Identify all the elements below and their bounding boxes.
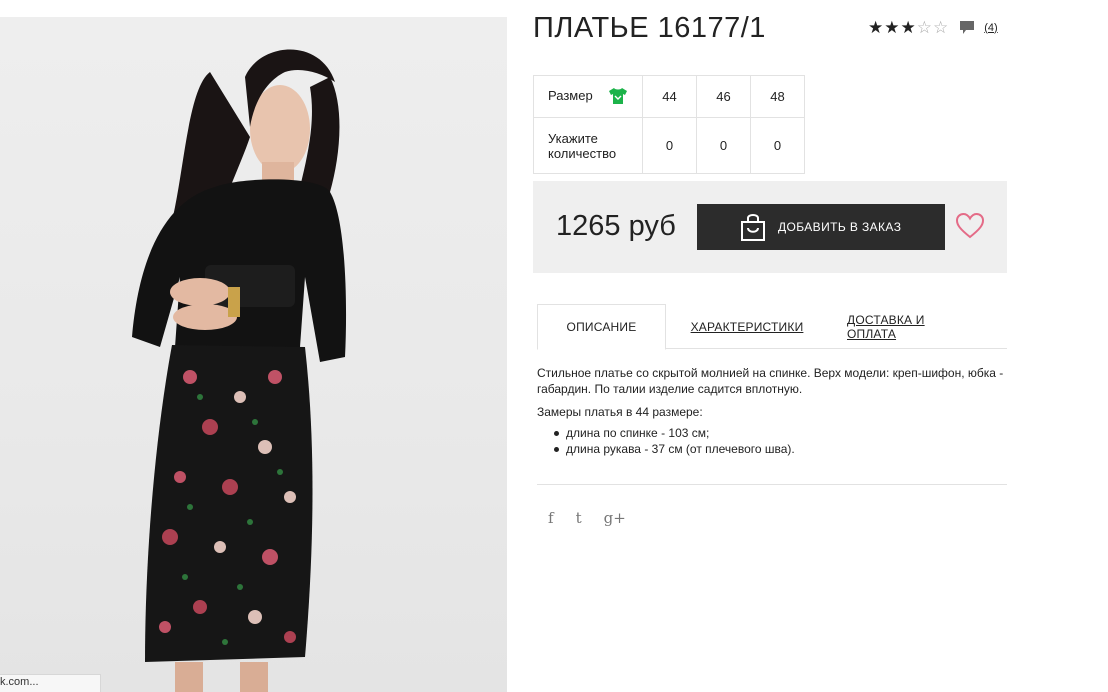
size-option-48[interactable]: 48 [750,75,805,118]
description-paragraph: Стильное платье со скрытой молнией на сп… [537,366,1004,396]
list-item: длина по спинке - 103 см; [554,425,1009,441]
product-tabs: ОПИСАНИЕ ХАРАКТЕРИСТИКИ ДОСТАВКА И ОПЛАТ… [537,304,1007,350]
model-illustration [132,49,347,692]
size-option-44[interactable]: 44 [642,75,697,118]
product-page: k.com... ПЛАТЬЕ 16177/1 ★ ★ ★ ☆ ☆ (4) Ра… [0,0,1108,692]
size-option-46[interactable]: 46 [696,75,751,118]
product-photo[interactable] [0,17,507,692]
list-item: длина рукава - 37 см (от плечевого шва). [554,441,1009,457]
buy-block: 1265 руб ДОБАВИТЬ В ЗАКАЗ [533,181,1007,273]
product-title: ПЛАТЬЕ 16177/1 [533,12,766,44]
quantity-input-46[interactable]: 0 [696,117,751,174]
tab-delivery-payment[interactable]: ДОСТАВКА И ОПЛАТА [847,304,975,349]
shirt-icon[interactable] [608,87,628,105]
quantity-label-cell: Укажите количество [533,117,643,174]
description-content: Стильное платье со скрытой молнией на сп… [537,365,1009,457]
google-plus-icon[interactable]: g+ [604,509,626,527]
comment-icon[interactable] [959,20,975,35]
size-label: Размер [548,88,593,104]
add-to-order-button[interactable]: ДОБАВИТЬ В ЗАКАЗ [697,204,945,250]
tab-description[interactable]: ОПИСАНИЕ [537,304,666,350]
facebook-icon[interactable]: f [548,509,554,527]
star-empty-icon[interactable]: ☆ [933,19,948,36]
star-filled-icon[interactable]: ★ [901,19,916,36]
star-filled-icon[interactable]: ★ [868,19,883,36]
measurements-heading: Замеры платья в 44 размере: [537,405,703,419]
quantity-label-line1: Укажите [548,130,598,146]
social-share: f t g+ [548,509,648,527]
tab-characteristics[interactable]: ХАРАКТЕРИСТИКИ [687,304,807,349]
quantity-label-line2: количество [548,145,617,161]
size-quantity-table: Размер 44 46 48 Укажите количество 0 0 0 [533,75,805,174]
twitter-icon[interactable]: t [576,509,582,527]
quantity-input-44[interactable]: 0 [642,117,697,174]
shopping-bag-icon [741,214,765,241]
product-rating[interactable]: ★ ★ ★ ☆ ☆ (4) [868,19,998,36]
divider [537,484,1007,485]
heart-icon[interactable] [956,213,984,239]
product-price: 1265 руб [556,210,676,242]
quantity-input-48[interactable]: 0 [750,117,805,174]
review-count-link[interactable]: (4) [984,22,997,34]
status-bar-url: k.com... [0,674,101,692]
add-to-order-label: ДОБАВИТЬ В ЗАКАЗ [778,220,902,234]
measurements-list: длина по спинке - 103 см; длина рукава -… [554,425,1009,457]
size-label-cell: Размер [533,75,643,118]
star-empty-icon[interactable]: ☆ [917,19,932,36]
star-filled-icon[interactable]: ★ [884,19,899,36]
